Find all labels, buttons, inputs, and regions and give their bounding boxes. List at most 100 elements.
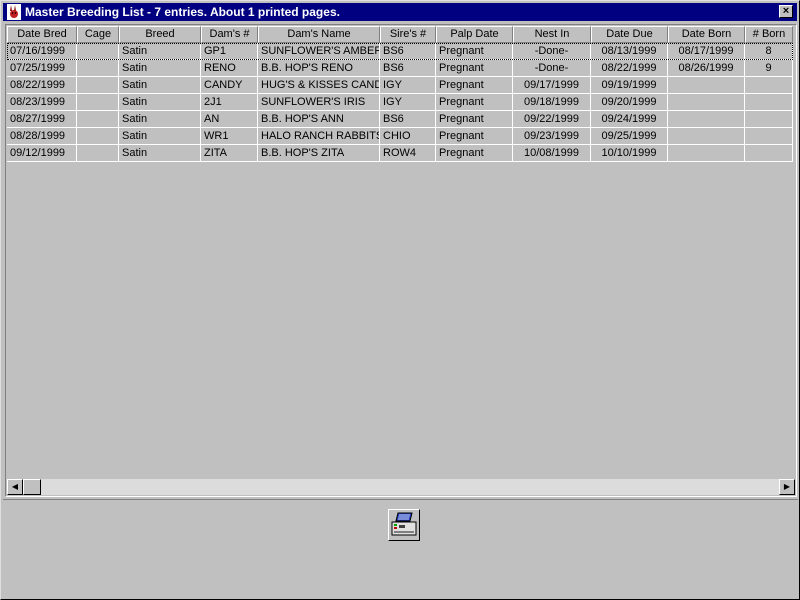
cell-sires-num[interactable]: BS6 — [380, 111, 436, 128]
cell-cage[interactable] — [77, 145, 119, 162]
cell-date-bred[interactable]: 09/12/1999 — [7, 145, 77, 162]
cell-date-born[interactable] — [668, 77, 745, 94]
cell-date-born[interactable]: 08/26/1999 — [668, 60, 745, 77]
cell-num-born[interactable]: 8 — [745, 43, 793, 60]
cell-breed[interactable]: Satin — [119, 111, 201, 128]
cell-sires-num[interactable]: IGY — [380, 77, 436, 94]
cell-palp-date[interactable]: Pregnant — [436, 94, 513, 111]
cell-num-born[interactable] — [745, 77, 793, 94]
column-header-dams-num[interactable]: Dam's # — [201, 26, 258, 43]
cell-nest-in[interactable]: 09/18/1999 — [513, 94, 591, 111]
table-row[interactable]: 07/25/1999 Satin RENO B.B. HOP'S RENO BS6 Pre… — [7, 60, 793, 77]
cell-sires-num[interactable]: BS6 — [380, 43, 436, 60]
cell-date-bred[interactable]: 08/28/1999 — [7, 128, 77, 145]
cell-date-due[interactable]: 08/13/1999 — [591, 43, 668, 60]
cell-date-due[interactable]: 09/19/1999 — [591, 77, 668, 94]
cell-breed[interactable]: Satin — [119, 43, 201, 60]
cell-num-born[interactable] — [745, 145, 793, 162]
cell-date-due[interactable]: 09/24/1999 — [591, 111, 668, 128]
cell-date-born[interactable]: 08/17/1999 — [668, 43, 745, 60]
horizontal-scrollbar[interactable]: ◀ ▶ — [7, 479, 795, 495]
column-header-date-born[interactable]: Date Born — [668, 26, 745, 43]
cell-date-bred[interactable]: 07/16/1999 — [7, 43, 77, 60]
cell-sires-num[interactable]: CHIO — [380, 128, 436, 145]
cell-cage[interactable] — [77, 43, 119, 60]
cell-date-born[interactable] — [668, 145, 745, 162]
cell-date-born[interactable] — [668, 111, 745, 128]
cell-cage[interactable] — [77, 77, 119, 94]
column-header-breed[interactable]: Breed — [119, 26, 201, 43]
table-row[interactable]: 08/27/1999 Satin AN B.B. HOP'S ANN BS6 Pregna… — [7, 111, 793, 128]
cell-cage[interactable] — [77, 60, 119, 77]
cell-dams-name[interactable]: HUG'S & KISSES CANDY — [258, 77, 380, 94]
column-header-sires-num[interactable]: Sire's # — [380, 26, 436, 43]
print-button[interactable] — [388, 509, 420, 541]
cell-date-due[interactable]: 09/20/1999 — [591, 94, 668, 111]
cell-nest-in[interactable]: 09/17/1999 — [513, 77, 591, 94]
cell-dams-num[interactable]: WR1 — [201, 128, 258, 145]
scroll-right-button[interactable]: ▶ — [779, 479, 795, 495]
cell-nest-in[interactable]: 10/08/1999 — [513, 145, 591, 162]
table-row[interactable]: 07/16/1999 Satin GP1 SUNFLOWER'S AMBER BS6 Pr… — [7, 43, 793, 60]
cell-nest-in[interactable]: -Done- — [513, 43, 591, 60]
cell-dams-name[interactable]: B.B. HOP'S RENO — [258, 60, 380, 77]
cell-dams-num[interactable]: AN — [201, 111, 258, 128]
cell-dams-num[interactable]: GP1 — [201, 43, 258, 60]
cell-date-born[interactable] — [668, 94, 745, 111]
cell-date-bred[interactable]: 08/27/1999 — [7, 111, 77, 128]
cell-num-born[interactable]: 9 — [745, 60, 793, 77]
table-row[interactable]: 08/23/1999 Satin 2J1 SUNFLOWER'S IRIS IGY Pre… — [7, 94, 793, 111]
cell-dams-name[interactable]: B.B. HOP'S ZITA — [258, 145, 380, 162]
cell-palp-date[interactable]: Pregnant — [436, 60, 513, 77]
column-header-date-due[interactable]: Date Due — [591, 26, 668, 43]
cell-cage[interactable] — [77, 111, 119, 128]
cell-palp-date[interactable]: Pregnant — [436, 43, 513, 60]
rabbit-icon[interactable] — [7, 4, 21, 20]
table-row[interactable]: 08/28/1999 Satin WR1 HALO RANCH RABBITS CHIO… — [7, 128, 793, 145]
cell-date-due[interactable]: 09/25/1999 — [591, 128, 668, 145]
cell-breed[interactable]: Satin — [119, 128, 201, 145]
cell-date-bred[interactable]: 07/25/1999 — [7, 60, 77, 77]
cell-palp-date[interactable]: Pregnant — [436, 77, 513, 94]
cell-nest-in[interactable]: 09/23/1999 — [513, 128, 591, 145]
cell-palp-date[interactable]: Pregnant — [436, 128, 513, 145]
cell-breed[interactable]: Satin — [119, 94, 201, 111]
table-row[interactable]: 08/22/1999 Satin CANDY HUG'S & KISSES CANDY… — [7, 77, 793, 94]
cell-palp-date[interactable]: Pregnant — [436, 111, 513, 128]
scroll-left-button[interactable]: ◀ — [7, 479, 23, 495]
column-header-nest-in[interactable]: Nest In — [513, 26, 591, 43]
title-bar[interactable]: Master Breeding List - 7 entries. About … — [3, 3, 797, 21]
cell-date-due[interactable]: 08/22/1999 — [591, 60, 668, 77]
cell-num-born[interactable] — [745, 128, 793, 145]
cell-dams-name[interactable]: B.B. HOP'S ANN — [258, 111, 380, 128]
column-header-palp-date[interactable]: Palp Date — [436, 26, 513, 43]
cell-date-due[interactable]: 10/10/1999 — [591, 145, 668, 162]
column-header-num-born[interactable]: # Born — [745, 26, 793, 43]
cell-num-born[interactable] — [745, 111, 793, 128]
cell-cage[interactable] — [77, 128, 119, 145]
cell-nest-in[interactable]: 09/22/1999 — [513, 111, 591, 128]
scroll-thumb[interactable] — [23, 479, 41, 495]
cell-breed[interactable]: Satin — [119, 60, 201, 77]
cell-date-bred[interactable]: 08/23/1999 — [7, 94, 77, 111]
cell-dams-name[interactable]: HALO RANCH RABBITS — [258, 128, 380, 145]
cell-breed[interactable]: Satin — [119, 77, 201, 94]
cell-breed[interactable]: Satin — [119, 145, 201, 162]
cell-dams-name[interactable]: SUNFLOWER'S IRIS — [258, 94, 380, 111]
cell-sires-num[interactable]: BS6 — [380, 60, 436, 77]
cell-sires-num[interactable]: ROW4 — [380, 145, 436, 162]
cell-sires-num[interactable]: IGY — [380, 94, 436, 111]
cell-date-born[interactable] — [668, 128, 745, 145]
cell-palp-date[interactable]: Pregnant — [436, 145, 513, 162]
cell-dams-num[interactable]: CANDY — [201, 77, 258, 94]
cell-cage[interactable] — [77, 94, 119, 111]
cell-num-born[interactable] — [745, 94, 793, 111]
cell-dams-num[interactable]: ZITA — [201, 145, 258, 162]
close-button[interactable]: × — [779, 5, 793, 18]
cell-dams-num[interactable]: 2J1 — [201, 94, 258, 111]
cell-date-bred[interactable]: 08/22/1999 — [7, 77, 77, 94]
column-header-cage[interactable]: Cage — [77, 26, 119, 43]
column-header-dams-name[interactable]: Dam's Name — [258, 26, 380, 43]
cell-dams-num[interactable]: RENO — [201, 60, 258, 77]
cell-nest-in[interactable]: -Done- — [513, 60, 591, 77]
